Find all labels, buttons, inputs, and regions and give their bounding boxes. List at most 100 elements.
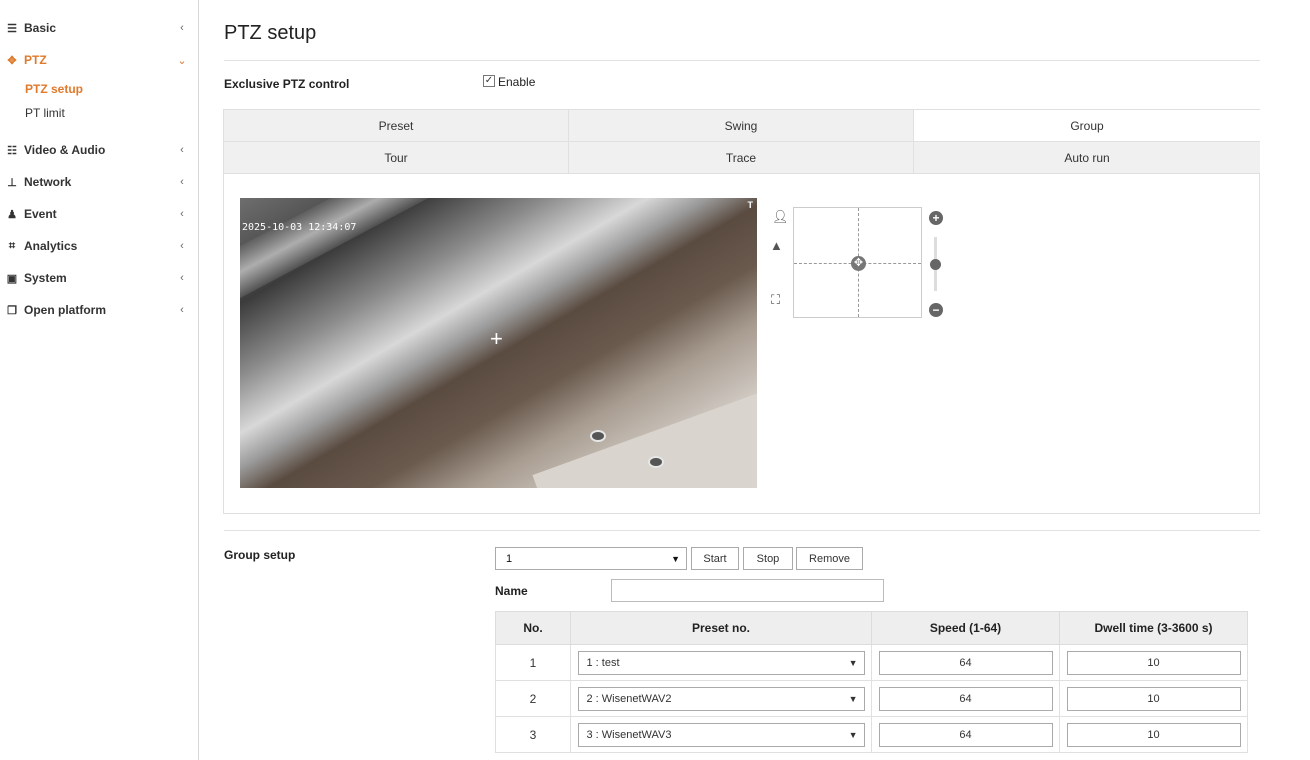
sidebar: ☰ Basic ‹ ✥ PTZ ⌄ PTZ setup PT limit ☷ V…: [0, 0, 199, 760]
sidebar-item-ptz[interactable]: ✥ PTZ ⌄: [0, 48, 198, 72]
sidebar-item-label: Basic: [24, 21, 57, 35]
row-number: 1: [495, 644, 571, 681]
analytics-icon: ⌗: [8, 239, 16, 252]
tab-trace[interactable]: Trace: [569, 142, 914, 174]
col-header-dwell: Dwell time (3-3600 s): [1059, 611, 1248, 645]
sidebar-item-basic[interactable]: ☰ Basic ‹: [0, 16, 198, 40]
sidebar-item-label: Open platform: [24, 303, 107, 317]
zoom-slider-handle[interactable]: [930, 259, 941, 270]
sidebar-item-system[interactable]: ▣ System ‹: [0, 266, 198, 290]
joystick-knob-icon[interactable]: ✥: [851, 256, 866, 271]
group-select[interactable]: 1 ▼: [495, 547, 687, 570]
list-icon: ☰: [7, 22, 17, 35]
chevron-down-icon: ⌄: [177, 54, 187, 67]
exclusive-ptz-checkbox[interactable]: ✓: [483, 75, 495, 87]
speed-cell: 64: [871, 716, 1060, 753]
sidebar-item-open-platform[interactable]: ❐ Open platform ‹: [0, 298, 198, 322]
table-row: 3 3 : WisenetWAV3 ▼ 64 10: [495, 716, 1248, 753]
chevron-left-icon: ‹: [180, 240, 184, 252]
dwell-input[interactable]: 10: [1066, 650, 1241, 675]
sidebar-subitem-pt-limit[interactable]: PT limit: [25, 106, 65, 120]
tab-auto-run[interactable]: Auto run: [914, 142, 1260, 174]
video-timestamp: 2025-10-03 12:34:07: [242, 222, 357, 233]
ptz-joystick[interactable]: ✥: [793, 207, 922, 318]
live-video-view[interactable]: 2025-10-03 12:34:07 T +: [240, 198, 757, 488]
divider: [224, 60, 1260, 61]
preset-select-cell: 2 : WisenetWAV2 ▼: [570, 680, 872, 717]
tab-swing[interactable]: Swing: [569, 110, 914, 142]
group-select-value: 1: [506, 552, 513, 565]
page-title: PTZ setup: [224, 22, 317, 44]
enable-label: Enable: [498, 75, 536, 89]
remove-button[interactable]: Remove: [796, 547, 863, 570]
chevron-left-icon: ‹: [180, 22, 184, 34]
preset-select-value: 3 : WisenetWAV3: [586, 728, 672, 741]
row-number: 2: [495, 680, 571, 717]
name-label: Name: [495, 584, 528, 598]
chevron-left-icon: ‹: [180, 272, 184, 284]
zoom-in-icon[interactable]: +: [929, 211, 943, 225]
system-icon: ▣: [6, 272, 18, 285]
sidebar-item-label: Analytics: [24, 239, 78, 253]
group-name-input[interactable]: [611, 579, 884, 602]
speed-cell: 64: [871, 644, 1060, 681]
table-row: 1 1 : test ▼ 64 10: [495, 644, 1248, 681]
person-icon[interactable]: 👤︎: [772, 209, 789, 225]
start-button[interactable]: Start: [691, 547, 739, 570]
stop-button[interactable]: Stop: [743, 547, 793, 570]
ceiling-beam: [240, 198, 757, 319]
dwell-input[interactable]: 10: [1066, 722, 1241, 747]
video-corner-mark: T: [747, 200, 754, 210]
sidebar-item-event[interactable]: ♟ Event ‹: [0, 202, 198, 226]
col-header-speed: Speed (1-64): [871, 611, 1060, 645]
chevron-left-icon: ‹: [180, 144, 184, 156]
tab-preset[interactable]: Preset: [224, 110, 569, 142]
sidebar-item-label: System: [24, 271, 67, 285]
sidebar-item-analytics[interactable]: ⌗ Analytics ‹: [0, 234, 198, 258]
preset-select-cell: 3 : WisenetWAV3 ▼: [570, 716, 872, 753]
preset-select[interactable]: 3 : WisenetWAV3 ▼: [577, 722, 865, 747]
exclusive-ptz-label: Exclusive PTZ control: [224, 77, 350, 91]
preset-select-cell: 1 : test ▼: [570, 644, 872, 681]
sidebar-item-video-audio[interactable]: ☷ Video & Audio ‹: [0, 138, 198, 162]
tab-group[interactable]: Group: [914, 110, 1260, 142]
sidebar-item-label: Network: [24, 175, 72, 189]
divider: [224, 530, 1260, 531]
ceiling-tile: [532, 386, 757, 488]
chevron-left-icon: ‹: [180, 208, 184, 220]
dwell-cell: 10: [1059, 680, 1248, 717]
chevron-left-icon: ‹: [180, 176, 184, 188]
dwell-cell: 10: [1059, 716, 1248, 753]
network-icon: ⊥: [7, 176, 17, 189]
dwell-input[interactable]: 10: [1066, 686, 1241, 711]
chevron-down-icon: ▼: [848, 657, 858, 668]
zoom-out-icon[interactable]: −: [929, 303, 943, 317]
preset-select[interactable]: 1 : test ▼: [577, 650, 865, 675]
preset-select[interactable]: 2 : WisenetWAV2 ▼: [577, 686, 865, 711]
preset-select-value: 2 : WisenetWAV2: [586, 692, 672, 705]
sidebar-item-network[interactable]: ⊥ Network ‹: [0, 170, 198, 194]
sidebar-subitem-ptz-setup[interactable]: PTZ setup: [25, 82, 83, 96]
focus-frame-icon[interactable]: ⛶: [771, 292, 780, 308]
speed-input[interactable]: 64: [878, 722, 1053, 747]
col-header-no: No.: [495, 611, 571, 645]
dome-camera: [648, 456, 664, 468]
chevron-down-icon: ▼: [671, 553, 680, 564]
sliders-icon: ☷: [7, 144, 17, 157]
tab-tour[interactable]: Tour: [224, 142, 569, 174]
speed-input[interactable]: 64: [878, 686, 1053, 711]
table-row: 2 2 : WisenetWAV2 ▼ 64 10: [495, 680, 1248, 717]
mountain-icon[interactable]: ▲: [770, 238, 783, 253]
sidebar-item-label: Video & Audio: [24, 143, 106, 157]
sidebar-item-label: PTZ: [24, 53, 47, 67]
sidebar-item-label: Event: [24, 207, 57, 221]
chevron-left-icon: ‹: [180, 304, 184, 316]
chevron-down-icon: ▼: [848, 729, 858, 740]
crosshair-icon: +: [490, 326, 503, 351]
bell-icon: ♟: [7, 208, 17, 221]
speed-input[interactable]: 64: [878, 650, 1053, 675]
speed-cell: 64: [871, 680, 1060, 717]
preset-select-value: 1 : test: [586, 656, 620, 669]
chevron-down-icon: ▼: [848, 693, 858, 704]
group-setup-label: Group setup: [224, 548, 296, 562]
